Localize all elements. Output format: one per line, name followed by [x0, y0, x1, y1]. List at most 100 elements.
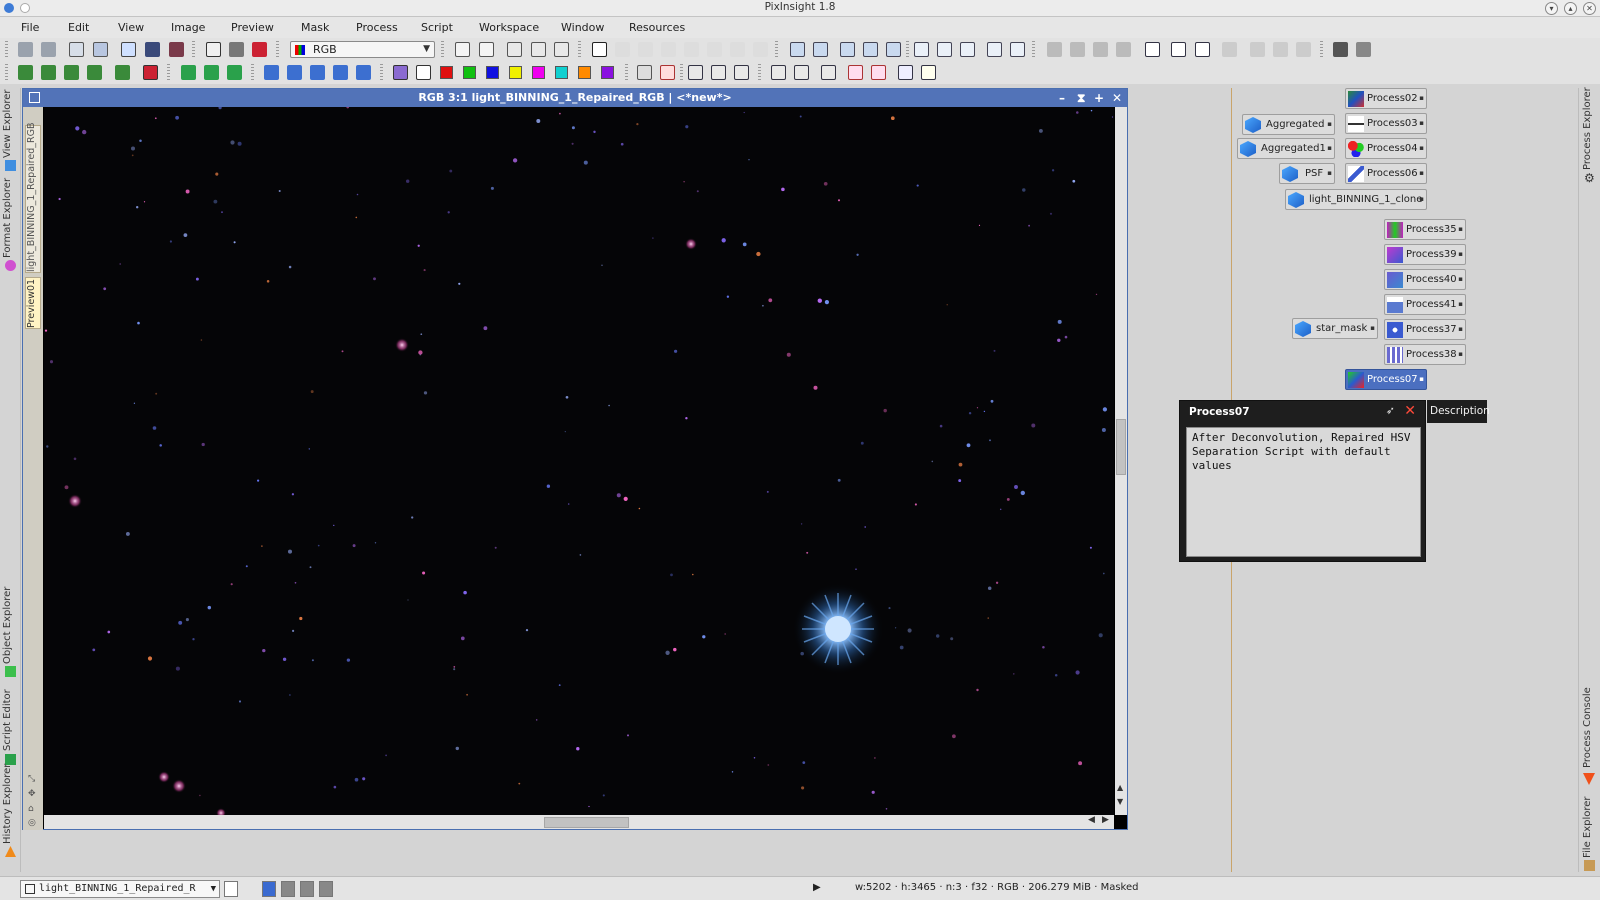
cyan-mask-icon[interactable]: [555, 66, 568, 79]
geometry-icon-f[interactable]: [143, 65, 158, 80]
screen-close-icon[interactable]: [848, 65, 863, 80]
tab-history-explorer[interactable]: History Explorer: [2, 764, 19, 844]
fit-view-icon[interactable]: [914, 42, 929, 57]
close-icon[interactable]: ✕: [1404, 403, 1416, 419]
geometry-icon-d[interactable]: [87, 65, 102, 80]
process-icon-process37[interactable]: Process37 ▪: [1384, 319, 1466, 340]
geometry-icon-a[interactable]: [18, 65, 33, 80]
workspace-icon-a[interactable]: [898, 65, 913, 80]
violet-mask-icon[interactable]: [601, 66, 614, 79]
tab-process-explorer[interactable]: Process Explorer: [1582, 87, 1599, 170]
screen-close-all-icon[interactable]: [871, 65, 886, 80]
view-toggle-icon[interactable]: [224, 881, 238, 897]
mask-show-icon[interactable]: [1145, 42, 1160, 57]
magenta-mask-icon[interactable]: [532, 66, 545, 79]
mask-remove-icon[interactable]: [1222, 42, 1237, 57]
zoom-tool-icon[interactable]: ⤡: [28, 774, 35, 784]
menu-window[interactable]: Window: [561, 21, 604, 34]
image-icon-light-binning-clone[interactable]: light_BINNING_1_clone ▪: [1285, 189, 1427, 210]
history-icon-b[interactable]: [204, 65, 219, 80]
view-selector[interactable]: light_BINNING_1_Repaired_R ▼: [20, 880, 220, 898]
move-icon[interactable]: [661, 42, 676, 57]
readout-prefs-icon[interactable]: [637, 65, 652, 80]
window-minimize-icon[interactable]: –: [1059, 89, 1065, 107]
menu-mask[interactable]: Mask: [301, 21, 329, 34]
scroll-right-icon[interactable]: ▶: [1102, 815, 1109, 825]
history-icon-c[interactable]: [227, 65, 242, 80]
view-icon-a[interactable]: [688, 65, 703, 80]
geometry-icon-b[interactable]: [41, 65, 56, 80]
view-mode-icon-a[interactable]: [262, 881, 276, 897]
pointer-icon[interactable]: [753, 42, 768, 57]
mask-invert-icon[interactable]: [1195, 42, 1210, 57]
tab-view-explorer[interactable]: View Explorer: [2, 89, 19, 158]
open-icon[interactable]: [121, 42, 136, 57]
play-icon[interactable]: ▶: [813, 882, 821, 893]
window-shade-icon[interactable]: ⧗: [1077, 89, 1085, 107]
rotate-ccw-icon[interactable]: [264, 65, 279, 80]
view-mode-icon-b[interactable]: [281, 881, 295, 897]
display-alt-icon[interactable]: [1356, 42, 1371, 57]
export-icon[interactable]: [252, 42, 267, 57]
minimize-icon[interactable]: ▾: [1545, 2, 1558, 15]
process-icon-process04[interactable]: Process04 ▪: [1345, 138, 1427, 159]
window-close-icon[interactable]: ✕: [1112, 89, 1122, 107]
view-mode-icon-d[interactable]: [319, 881, 333, 897]
center-icon[interactable]: [684, 42, 699, 57]
screen-icon[interactable]: [771, 65, 786, 80]
pan-icon[interactable]: [592, 42, 607, 57]
image-icon-aggregated1[interactable]: Aggregated1 ▪: [1237, 138, 1335, 159]
dynamic-icon[interactable]: [730, 42, 745, 57]
close-icon[interactable]: ✕: [1583, 2, 1596, 15]
display-mode-icon[interactable]: [1333, 42, 1348, 57]
mask-apply-icon[interactable]: [1171, 42, 1186, 57]
zoom-out-icon[interactable]: [813, 42, 828, 57]
menu-view[interactable]: View: [118, 21, 144, 34]
maximize-icon[interactable]: ▴: [1564, 2, 1577, 15]
scroll-down-icon[interactable]: ▼: [1117, 797, 1123, 806]
workspace-icon-b[interactable]: [921, 65, 936, 80]
preview-mode-icon[interactable]: [554, 42, 569, 57]
process-icon-d[interactable]: [1116, 42, 1131, 57]
copy-icon[interactable]: [455, 42, 470, 57]
vertical-scrollbar[interactable]: ▲ ▼: [1115, 107, 1127, 815]
menu-file[interactable]: File: [21, 21, 39, 34]
stf-icon[interactable]: [1250, 42, 1265, 57]
red-channel-icon[interactable]: [440, 66, 453, 79]
zoom-in-icon[interactable]: [790, 42, 805, 57]
new-preview-icon[interactable]: [507, 42, 522, 57]
edit-preview-icon[interactable]: [707, 42, 722, 57]
cascade-icon[interactable]: [1010, 42, 1025, 57]
horizontal-scroll-thumb[interactable]: [544, 817, 629, 828]
mirror-v-icon[interactable]: [356, 65, 371, 80]
view-mode-icon-c[interactable]: [300, 881, 314, 897]
menu-process[interactable]: Process: [356, 21, 398, 34]
description-tab[interactable]: Description: [1427, 400, 1490, 423]
target-icon[interactable]: ◎: [28, 818, 36, 828]
tile-icon[interactable]: [987, 42, 1002, 57]
screen-settings-icon[interactable]: [794, 65, 809, 80]
process-icon-process40[interactable]: Process40 ▪: [1384, 269, 1466, 290]
process-icon-process02[interactable]: Process02 ▪: [1345, 88, 1427, 109]
orange-mask-icon[interactable]: [578, 66, 591, 79]
menu-script[interactable]: Script: [421, 21, 453, 34]
readout-icon[interactable]: [638, 42, 653, 57]
geometry-icon-c[interactable]: [64, 65, 79, 80]
menu-edit[interactable]: Edit: [68, 21, 89, 34]
yellow-mask-icon[interactable]: [509, 66, 522, 79]
process-icon-process06[interactable]: Process06 ▪: [1345, 163, 1427, 184]
process-icon-process41[interactable]: Process41 ▪: [1384, 294, 1466, 315]
view-icon-b[interactable]: [711, 65, 726, 80]
no-channel-icon[interactable]: [416, 65, 431, 80]
duplicate-icon[interactable]: [69, 42, 84, 57]
channel-select[interactable]: RGB ▼: [290, 41, 435, 58]
image-window[interactable]: RGB 3:1 light_BINNING_1_Repaired_RGB | <…: [22, 88, 1128, 830]
process-icon-process38[interactable]: Process38 ▪: [1384, 344, 1466, 365]
description-text[interactable]: After Deconvolution, Repaired HSV Separa…: [1186, 427, 1421, 557]
process-icon-c[interactable]: [1093, 42, 1108, 57]
green-channel-icon[interactable]: [463, 66, 476, 79]
zoom-fit-icon[interactable]: [863, 42, 878, 57]
undo-icon[interactable]: [18, 42, 33, 57]
scroll-left-icon[interactable]: ◀: [1088, 815, 1095, 825]
zoom-1-1-icon[interactable]: [840, 42, 855, 57]
